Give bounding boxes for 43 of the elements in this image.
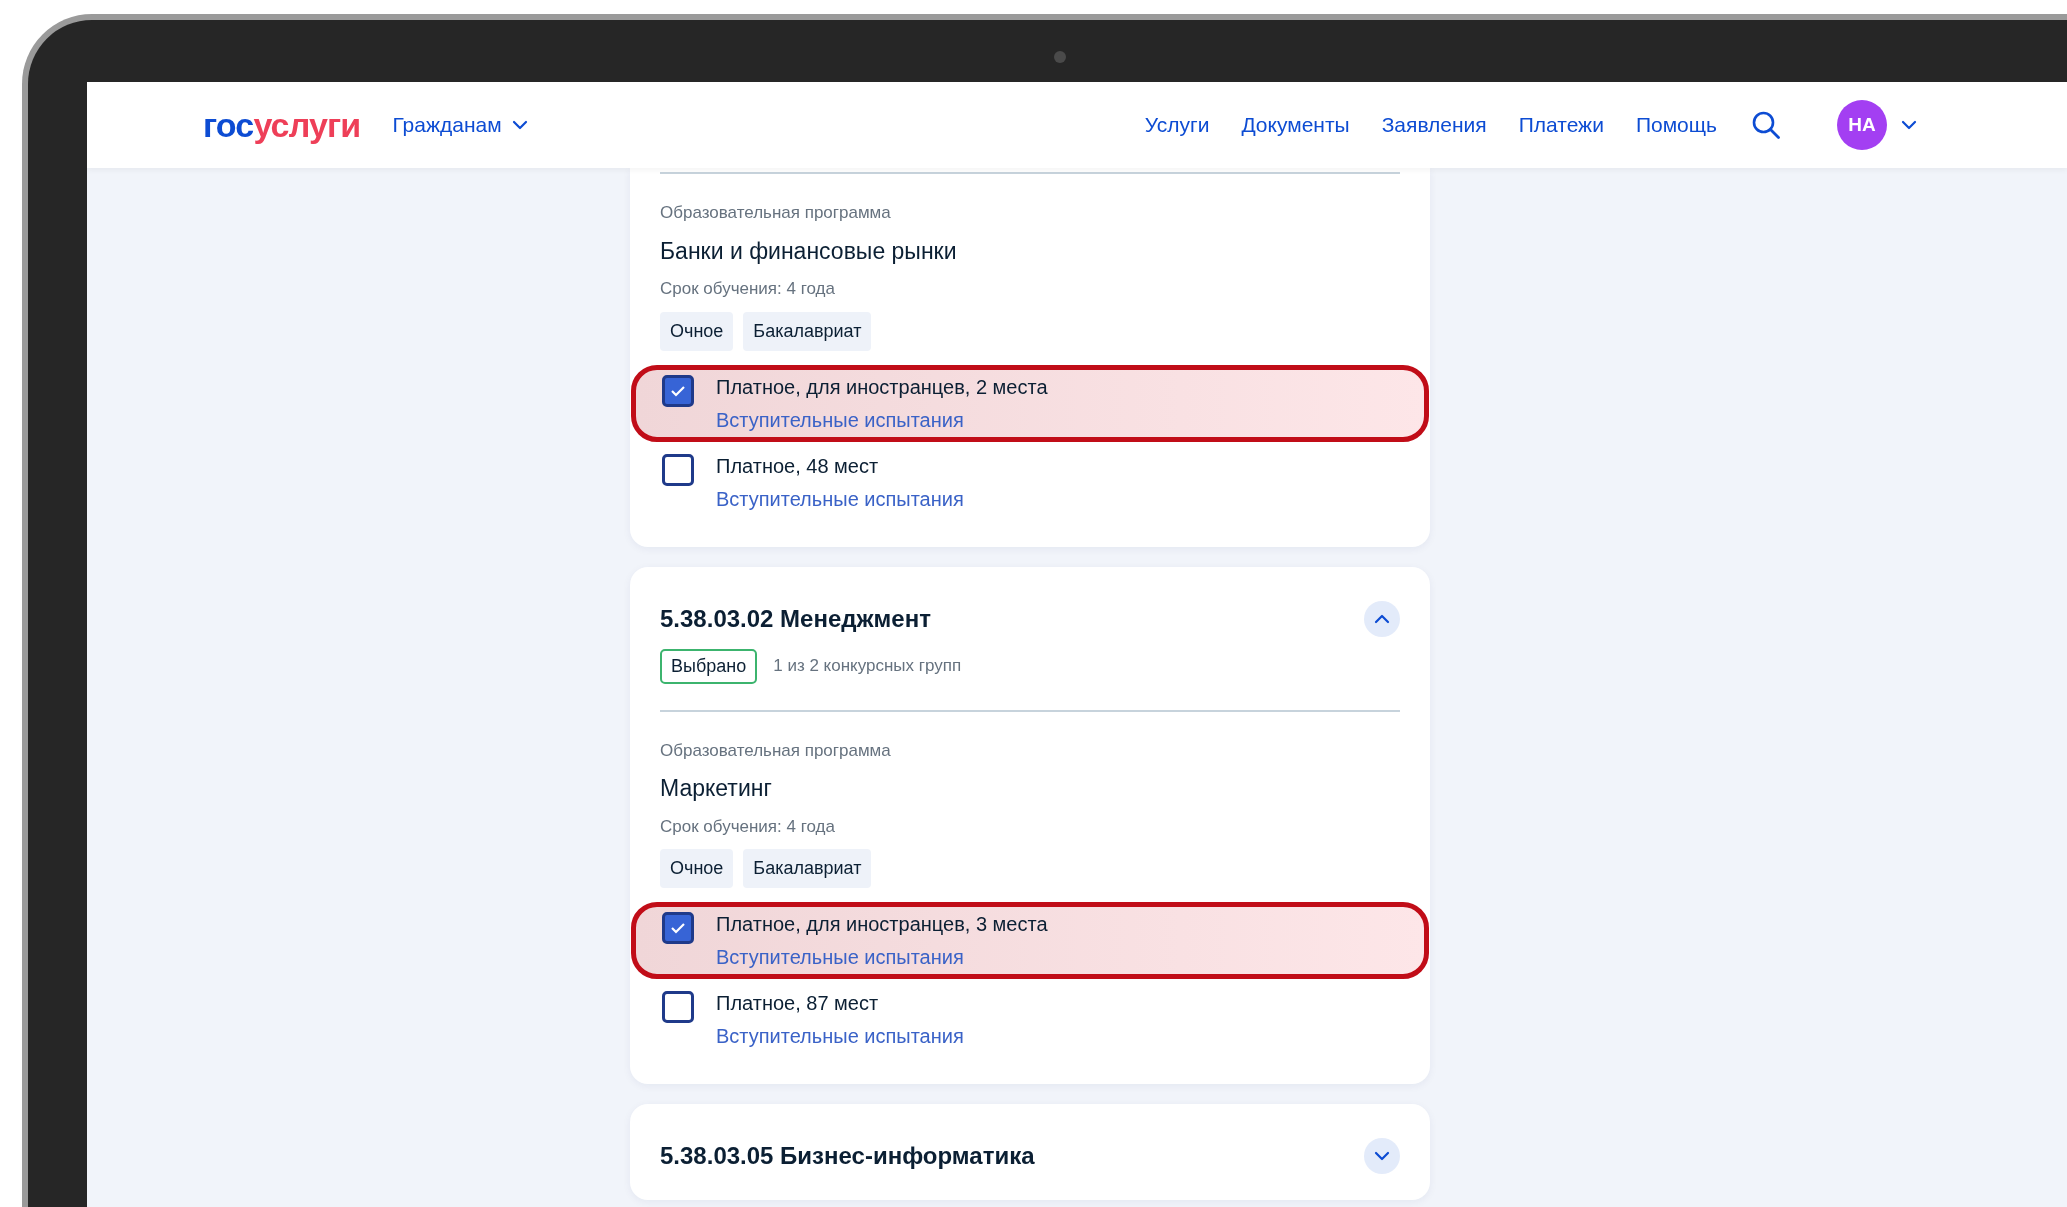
chevron-down-icon xyxy=(511,120,528,130)
logo[interactable]: госуслуги xyxy=(203,108,361,142)
program-name: Маркетинг xyxy=(660,774,773,803)
audience-dropdown[interactable]: Гражданам xyxy=(392,109,528,141)
tag: Очное xyxy=(660,311,734,351)
checkbox[interactable] xyxy=(662,453,694,486)
checkmark-icon xyxy=(670,922,686,934)
entrance-exams-link[interactable]: Вступительные испытания xyxy=(716,404,1048,435)
checkmark-icon xyxy=(670,384,686,397)
user-avatar[interactable]: НА xyxy=(1837,100,1887,150)
search-icon[interactable] xyxy=(1751,110,1781,140)
option-label: Платное, для иностранцев, 2 места xyxy=(716,374,1048,400)
expand-button[interactable] xyxy=(1364,1138,1400,1174)
entrance-exams-link[interactable]: Вступительные испытания xyxy=(716,1021,964,1051)
chevron-down-icon[interactable] xyxy=(1901,120,1917,130)
entrance-exams-link[interactable]: Вступительные испытания xyxy=(716,942,1048,972)
tag: Бакалавриат xyxy=(743,311,872,351)
nav-link[interactable]: Документы xyxy=(1241,109,1350,141)
collapse-button[interactable] xyxy=(1364,600,1400,637)
program-label: Образовательная программа xyxy=(660,202,892,224)
checkbox[interactable] xyxy=(662,912,694,944)
direction-title: 5.38.03.02 Менеджмент xyxy=(660,603,931,634)
nav-link[interactable]: Помощь xyxy=(1635,109,1717,141)
study-duration: Срок обучения: 4 года xyxy=(660,815,836,838)
direction-title: 5.38.03.05 Бизнес-информатика xyxy=(660,1141,1035,1171)
chevron-up-icon xyxy=(1374,613,1390,624)
checkbox[interactable] xyxy=(662,374,694,407)
entrance-exams-link[interactable]: Вступительные испытания xyxy=(716,483,964,514)
status-badge: Выбрано xyxy=(660,648,758,684)
nav-link[interactable]: Заявления xyxy=(1381,109,1487,141)
nav-link[interactable]: Услуги xyxy=(1144,109,1210,141)
option-label: Платное, 87 мест xyxy=(716,991,880,1016)
study-duration: Срок обучения: 4 года xyxy=(660,278,836,300)
tag: Очное xyxy=(660,849,734,888)
program-name: Банки и финансовые рынки xyxy=(660,236,958,266)
chevron-down-icon xyxy=(1374,1151,1390,1161)
group-count: 1 из 2 конкурсных групп xyxy=(773,655,962,678)
nav-link[interactable]: Платежи xyxy=(1518,109,1604,141)
option-label: Платное, для иностранцев, 3 места xyxy=(716,912,1048,937)
program-label: Образовательная программа xyxy=(660,739,892,762)
option-label: Платное, 48 мест xyxy=(716,453,880,479)
checkbox[interactable] xyxy=(662,991,694,1023)
tag: Бакалавриат xyxy=(743,849,872,888)
